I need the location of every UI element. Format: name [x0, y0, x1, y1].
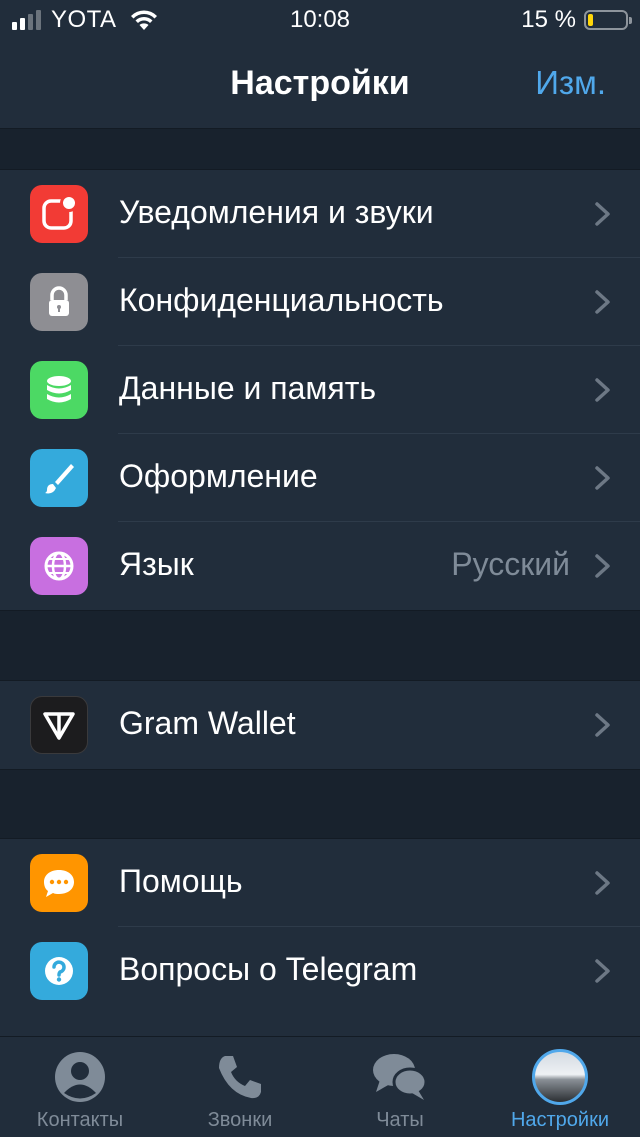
tab-bar: Контакты Звонки Чаты Настройки	[0, 1036, 640, 1137]
chevron-right-icon	[595, 466, 610, 490]
tab-chats[interactable]: Чаты	[320, 1037, 480, 1137]
chevron-right-icon	[595, 554, 610, 578]
tab-label: Настройки	[510, 1109, 610, 1131]
settings-item-label: Оформление	[119, 458, 318, 494]
settings-group-wallet: Gram Wallet	[0, 680, 640, 770]
chats-icon	[370, 1047, 430, 1107]
tab-label: Чаты	[376, 1109, 424, 1131]
settings-group-main: Уведомления и звуки Конфиденциальность Д…	[0, 169, 640, 611]
battery-icon	[584, 10, 632, 30]
phone-icon	[210, 1047, 270, 1107]
settings-item-label: Язык	[119, 546, 194, 582]
tab-settings[interactable]: Настройки	[480, 1037, 640, 1137]
settings-item-appearance[interactable]: Оформление	[0, 434, 640, 522]
settings-item-label: Уведомления и звуки	[119, 194, 434, 230]
gram-logo-icon	[30, 696, 88, 754]
brush-icon	[30, 449, 88, 507]
status-right: 15 %	[521, 6, 632, 34]
settings-group-help: Помощь Вопросы о Telegram	[0, 838, 640, 1036]
settings-item-notifications[interactable]: Уведомления и звуки	[0, 170, 640, 258]
chevron-right-icon	[595, 713, 610, 737]
settings-item-label: Данные и память	[119, 370, 377, 406]
globe-icon	[30, 537, 88, 595]
settings-item-gram-wallet[interactable]: Gram Wallet	[0, 681, 640, 769]
chevron-right-icon	[595, 202, 610, 226]
notifications-icon	[30, 185, 88, 243]
chevron-right-icon	[595, 871, 610, 895]
settings-item-data-storage[interactable]: Данные и память	[0, 346, 640, 434]
tab-label: Звонки	[207, 1109, 273, 1131]
navigation-bar: Настройки Изм.	[0, 40, 640, 129]
chevron-right-icon	[595, 290, 610, 314]
settings-item-label: Gram Wallet	[119, 705, 296, 741]
settings-item-faq[interactable]: Вопросы о Telegram	[0, 927, 640, 1015]
settings-item-label: Конфиденциальность	[119, 282, 444, 318]
chevron-right-icon	[595, 959, 610, 983]
settings-item-language[interactable]: Язык Русский	[0, 522, 640, 610]
avatar	[532, 1049, 588, 1105]
lock-icon	[30, 273, 88, 331]
avatar-icon	[530, 1047, 590, 1107]
settings-item-privacy[interactable]: Конфиденциальность	[0, 258, 640, 346]
database-icon	[30, 361, 88, 419]
settings-item-help[interactable]: Помощь	[0, 839, 640, 927]
edit-button[interactable]: Изм.	[535, 64, 606, 102]
battery-fill	[588, 14, 593, 26]
chat-bubble-icon	[30, 854, 88, 912]
language-value: Русский	[451, 546, 570, 582]
tab-contacts[interactable]: Контакты	[0, 1037, 160, 1137]
settings-item-label: Помощь	[119, 863, 243, 899]
tab-calls[interactable]: Звонки	[160, 1037, 320, 1137]
question-icon	[30, 942, 88, 1000]
status-bar: YOTA 10:08 15 %	[0, 0, 640, 40]
battery-percent: 15 %	[521, 6, 576, 33]
settings-item-label: Вопросы о Telegram	[119, 951, 418, 987]
person-icon	[50, 1047, 110, 1107]
tab-label: Контакты	[36, 1109, 124, 1131]
chevron-right-icon	[595, 378, 610, 402]
